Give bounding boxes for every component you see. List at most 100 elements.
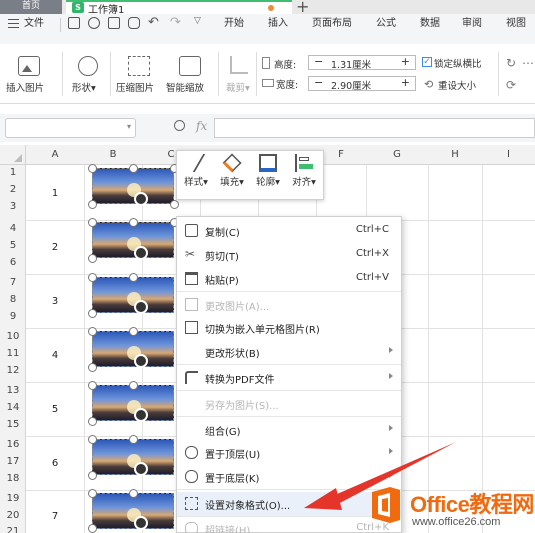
menu-tab-formula[interactable]: 公式 <box>376 14 396 34</box>
row-header-17[interactable]: 17 <box>0 456 26 467</box>
resize-handle-icon[interactable] <box>129 381 138 390</box>
menu-item-to-pdf[interactable]: 转换为PDF文件 <box>177 366 401 390</box>
resize-handle-icon[interactable] <box>88 524 97 533</box>
resize-handle-icon[interactable] <box>129 327 138 336</box>
row-header-20[interactable]: 20 <box>0 510 26 521</box>
tab-workbook[interactable]: S 工作簿1 <box>66 0 292 16</box>
print-preview-icon[interactable] <box>128 17 140 29</box>
column-header-g[interactable]: G <box>366 145 428 165</box>
row-header-2[interactable]: 2 <box>0 184 26 195</box>
resize-handle-icon[interactable] <box>129 164 138 173</box>
insert-picture-button[interactable]: 插入图片 <box>6 54 52 98</box>
width-field[interactable]: − 2.90厘米 + <box>308 76 416 92</box>
smart-zoom-button[interactable]: 智能缩放 <box>166 54 214 98</box>
sunset-picture[interactable] <box>92 168 174 204</box>
align-button[interactable]: 对齐▾ <box>286 152 322 188</box>
formula-input[interactable] <box>214 118 535 138</box>
export-pdf-icon[interactable] <box>88 17 100 29</box>
sunset-picture[interactable] <box>92 385 174 421</box>
resize-handle-icon[interactable] <box>88 164 97 173</box>
menu-item-change-picture[interactable]: 更改图片(A)... <box>177 293 401 317</box>
height-field[interactable]: − 1.31厘米 + <box>308 55 416 71</box>
resize-handle-icon[interactable] <box>129 435 138 444</box>
customize-dropdown-icon[interactable]: ▽ <box>194 16 201 26</box>
rotate-handle-icon[interactable] <box>134 192 148 206</box>
rotate-handle-icon[interactable] <box>134 300 148 314</box>
rotate-handle-icon[interactable] <box>134 408 148 422</box>
menu-tab-data[interactable]: 数据 <box>420 14 440 34</box>
resize-handle-icon[interactable] <box>88 327 97 336</box>
lock-ratio-checkbox[interactable]: ✓ <box>422 57 432 67</box>
sunset-picture[interactable] <box>92 331 174 367</box>
menu-item-embed-in-cell[interactable]: 切换为嵌入单元格图片(R) <box>177 316 401 340</box>
file-menu[interactable]: 文件 <box>24 14 44 34</box>
row-header-11[interactable]: 11 <box>0 348 26 359</box>
column-header-b[interactable]: B <box>84 145 142 165</box>
rotate-handle-icon[interactable] <box>134 354 148 368</box>
rotate-handle-icon[interactable] <box>134 462 148 476</box>
rotate-handle-icon[interactable] <box>134 516 148 530</box>
row-header-4[interactable]: 4 <box>0 223 26 234</box>
cell-a-value[interactable]: 1 <box>26 188 84 199</box>
resize-handle-icon[interactable] <box>129 273 138 282</box>
tab-home[interactable]: 首页 <box>0 0 62 14</box>
crop-button[interactable]: 裁剪▾ <box>224 54 254 98</box>
fx-icon[interactable]: fx <box>196 119 207 133</box>
row-header-9[interactable]: 9 <box>0 311 26 322</box>
sunset-picture[interactable] <box>92 439 174 475</box>
row-header-21[interactable]: 21 <box>0 526 26 533</box>
row-header-1[interactable]: 1 <box>0 167 26 178</box>
sunset-picture[interactable] <box>92 493 174 529</box>
style-button[interactable]: 样式▾ <box>178 152 214 188</box>
name-box[interactable]: ▾ <box>5 118 136 138</box>
menu-item-change-shape[interactable]: 更改形状(B) <box>177 340 401 364</box>
resize-handle-icon[interactable] <box>88 309 97 318</box>
lock-ratio-label[interactable]: 锁定纵横比 <box>434 56 482 70</box>
menu-tab-review[interactable]: 审阅 <box>462 14 482 34</box>
cell-a-value[interactable]: 7 <box>26 511 84 522</box>
menu-item-paste[interactable]: 粘贴(P) Ctrl+V <box>177 267 401 291</box>
menu-item-copy[interactable]: 复制(C) Ctrl+C <box>177 219 401 243</box>
resize-handle-icon[interactable] <box>88 417 97 426</box>
more-tools-icon[interactable]: ⋯ <box>522 56 534 70</box>
sunset-picture[interactable] <box>92 277 174 313</box>
shape-button[interactable]: 形状▾ <box>68 54 108 98</box>
undo-icon[interactable]: ↶ <box>148 15 159 30</box>
compress-picture-button[interactable]: 压缩图片 <box>116 54 162 98</box>
row-header-3[interactable]: 3 <box>0 201 26 212</box>
width-decrement-button[interactable]: − <box>314 76 323 89</box>
resize-handle-icon[interactable] <box>88 471 97 480</box>
zoom-icon[interactable] <box>174 120 185 131</box>
row-header-6[interactable]: 6 <box>0 257 26 268</box>
row-header-16[interactable]: 16 <box>0 439 26 450</box>
column-header-i[interactable]: I <box>482 145 535 165</box>
menu-tab-view[interactable]: 视图 <box>506 14 526 34</box>
select-all-corner[interactable] <box>0 145 26 165</box>
row-header-19[interactable]: 19 <box>0 493 26 504</box>
row-header-14[interactable]: 14 <box>0 402 26 413</box>
outline-button[interactable]: 轮廓▾ <box>250 152 286 188</box>
cell-a-value[interactable]: 3 <box>26 296 84 307</box>
flip-icon[interactable]: ⟳ <box>506 78 516 92</box>
height-increment-button[interactable]: + <box>401 55 410 68</box>
reset-size-button[interactable]: 重设大小 <box>438 78 476 92</box>
row-header-8[interactable]: 8 <box>0 294 26 305</box>
menu-tab-start[interactable]: 开始 <box>224 14 244 34</box>
print-icon[interactable] <box>108 17 120 29</box>
row-header-15[interactable]: 15 <box>0 419 26 430</box>
resize-handle-icon[interactable] <box>129 489 138 498</box>
resize-handle-icon[interactable] <box>88 254 97 263</box>
row-header-7[interactable]: 7 <box>0 277 26 288</box>
resize-handle-icon[interactable] <box>129 218 138 227</box>
redo-icon[interactable]: ↷ <box>170 15 181 30</box>
name-box-dropdown-icon[interactable]: ▾ <box>127 122 131 131</box>
menu-item-group[interactable]: 组合(G) <box>177 418 401 442</box>
rotate-icon[interactable]: ↻ <box>506 56 516 70</box>
width-increment-button[interactable]: + <box>401 76 410 89</box>
save-icon[interactable] <box>68 17 80 29</box>
resize-handle-icon[interactable] <box>88 381 97 390</box>
resize-handle-icon[interactable] <box>88 363 97 372</box>
resize-handle-icon[interactable] <box>88 489 97 498</box>
menu-item-save-as-picture[interactable]: 另存为图片(S)... <box>177 392 401 416</box>
resize-handle-icon[interactable] <box>170 200 179 209</box>
